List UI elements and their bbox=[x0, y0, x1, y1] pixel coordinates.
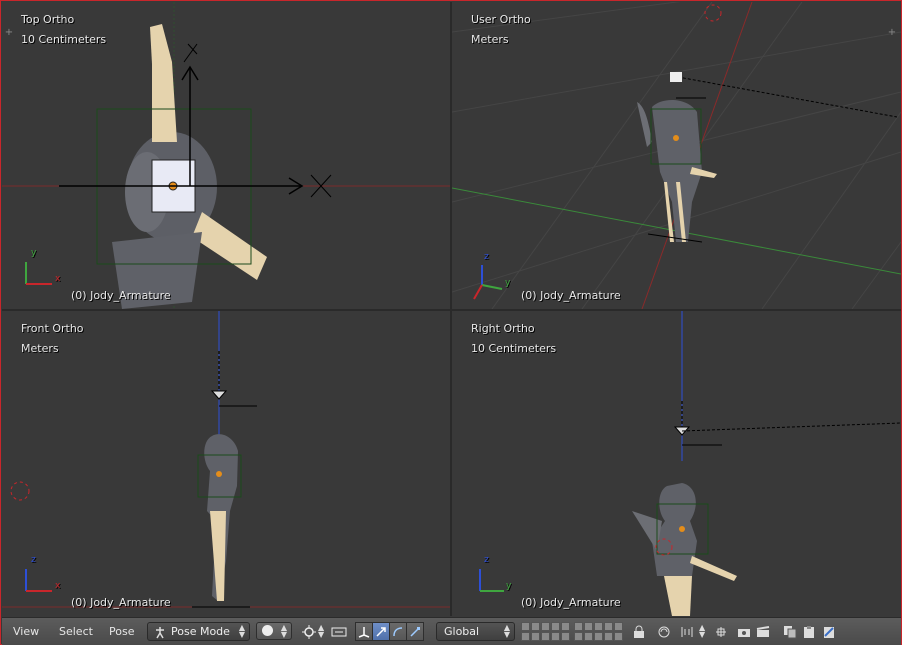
manipulator-toggle[interactable] bbox=[355, 622, 373, 641]
menu-select[interactable]: Select bbox=[59, 625, 93, 638]
viewport-top-ortho[interactable]: Top Ortho 10 Centimeters (0) Jody_Armatu… bbox=[2, 2, 450, 309]
menu-view[interactable]: View bbox=[13, 625, 39, 638]
manipulator-icon bbox=[358, 626, 370, 638]
menu-pose[interactable]: Pose bbox=[109, 625, 134, 638]
viewport-title: Front Ortho bbox=[21, 322, 84, 335]
snap-button[interactable] bbox=[712, 622, 730, 641]
rotate-toggle[interactable] bbox=[389, 622, 407, 641]
active-object-label: (0) Jody_Armature bbox=[71, 596, 171, 609]
viewport-shading-dropdown[interactable]: ▲ ▼ bbox=[256, 622, 292, 640]
animation-render-button[interactable] bbox=[754, 622, 772, 641]
paste-pose-button[interactable] bbox=[800, 622, 818, 641]
gizmo-axis-label: z bbox=[484, 555, 489, 565]
viewport-scene bbox=[479, 311, 901, 616]
viewport-scene bbox=[2, 311, 450, 608]
align-icon bbox=[331, 627, 347, 636]
copy-pose-button[interactable] bbox=[781, 622, 799, 641]
orientation-value: Global bbox=[444, 625, 480, 638]
onion-skin-button[interactable] bbox=[655, 622, 673, 641]
gizmo-axis-label: x bbox=[55, 274, 61, 284]
translate-toggle[interactable] bbox=[372, 622, 390, 641]
active-object-label: (0) Jody_Armature bbox=[521, 289, 621, 302]
paste-pose-icon bbox=[804, 625, 814, 638]
dropdown-arrows-icon: ▲ ▼ bbox=[280, 623, 287, 639]
3d-view-header: View Select Pose Pose Mode ▲ ▼ ▲ ▼ ▲ ▼ G… bbox=[2, 617, 901, 645]
transform-orientation-dropdown[interactable]: Global ▲ ▼ bbox=[436, 622, 515, 641]
onion-icon bbox=[658, 626, 670, 637]
blender-window: Top Ortho 10 Centimeters (0) Jody_Armatu… bbox=[0, 0, 902, 645]
render-icon bbox=[738, 628, 750, 637]
viewport-units: Meters bbox=[21, 342, 59, 355]
viewport-title: Right Ortho bbox=[471, 322, 535, 335]
viewport-user-ortho[interactable]: User Ortho Meters (0) Jody_Armature z y … bbox=[452, 2, 901, 309]
gizmo-axis-label: x bbox=[55, 581, 61, 591]
paste-flipped-icon bbox=[824, 626, 834, 638]
gizmo-axis-label: y bbox=[31, 248, 37, 258]
viewport-title: User Ortho bbox=[471, 13, 531, 26]
region-expand-icon[interactable]: + bbox=[887, 28, 897, 38]
mode-value: Pose Mode bbox=[171, 625, 230, 638]
snap-icon bbox=[716, 626, 726, 637]
dropdown-arrows-icon: ▲ ▼ bbox=[238, 623, 245, 639]
mode-dropdown[interactable]: Pose Mode ▲ ▼ bbox=[147, 622, 250, 641]
lock-layers-button[interactable] bbox=[630, 622, 648, 641]
scale-toggle[interactable] bbox=[406, 622, 424, 641]
active-object-label: (0) Jody_Armature bbox=[71, 289, 171, 302]
gizmo-axis-label: y bbox=[505, 278, 511, 288]
viewport-scene bbox=[452, 2, 901, 309]
pivot-icon bbox=[302, 624, 316, 639]
viewport-units: 10 Centimeters bbox=[471, 342, 557, 355]
viewport-scene bbox=[2, 2, 450, 309]
keyframe-icon bbox=[681, 626, 693, 637]
region-expand-icon[interactable]: + bbox=[4, 28, 14, 38]
pivot-point-button[interactable] bbox=[300, 622, 318, 641]
lock-icon bbox=[634, 625, 644, 638]
paste-flipped-pose-button[interactable] bbox=[820, 622, 838, 641]
clapper-icon bbox=[756, 625, 770, 637]
align-button[interactable] bbox=[330, 622, 348, 641]
viewport-front-ortho[interactable]: Front Ortho Meters (0) Jody_Armature z x bbox=[2, 311, 450, 616]
viewport-right-ortho[interactable]: Right Ortho 10 Centimeters (0) Jody_Arma… bbox=[452, 311, 901, 616]
viewport-units: Meters bbox=[471, 33, 509, 46]
active-object-label: (0) Jody_Armature bbox=[521, 596, 621, 609]
viewport-shading-icon bbox=[262, 625, 273, 636]
gizmo-axis-label: z bbox=[31, 555, 36, 565]
viewport-title: Top Ortho bbox=[21, 13, 75, 26]
copy-pose-icon bbox=[784, 625, 797, 638]
pose-mode-icon bbox=[156, 627, 164, 639]
dropdown-arrows-icon: ▲ ▼ bbox=[503, 623, 510, 639]
scale-icon bbox=[410, 626, 420, 637]
manipulator-group bbox=[355, 622, 424, 641]
gizmo-axis-label: y bbox=[506, 581, 512, 591]
viewport-units: 10 Centimeters bbox=[21, 33, 107, 46]
rotate-icon bbox=[393, 626, 403, 636]
scene-layers-2[interactable] bbox=[574, 622, 623, 641]
keyframe-button[interactable] bbox=[678, 622, 696, 641]
gizmo-axis-label: z bbox=[484, 252, 489, 262]
render-button[interactable] bbox=[735, 622, 753, 641]
translate-icon bbox=[376, 626, 386, 637]
scene-layers[interactable] bbox=[521, 622, 570, 641]
